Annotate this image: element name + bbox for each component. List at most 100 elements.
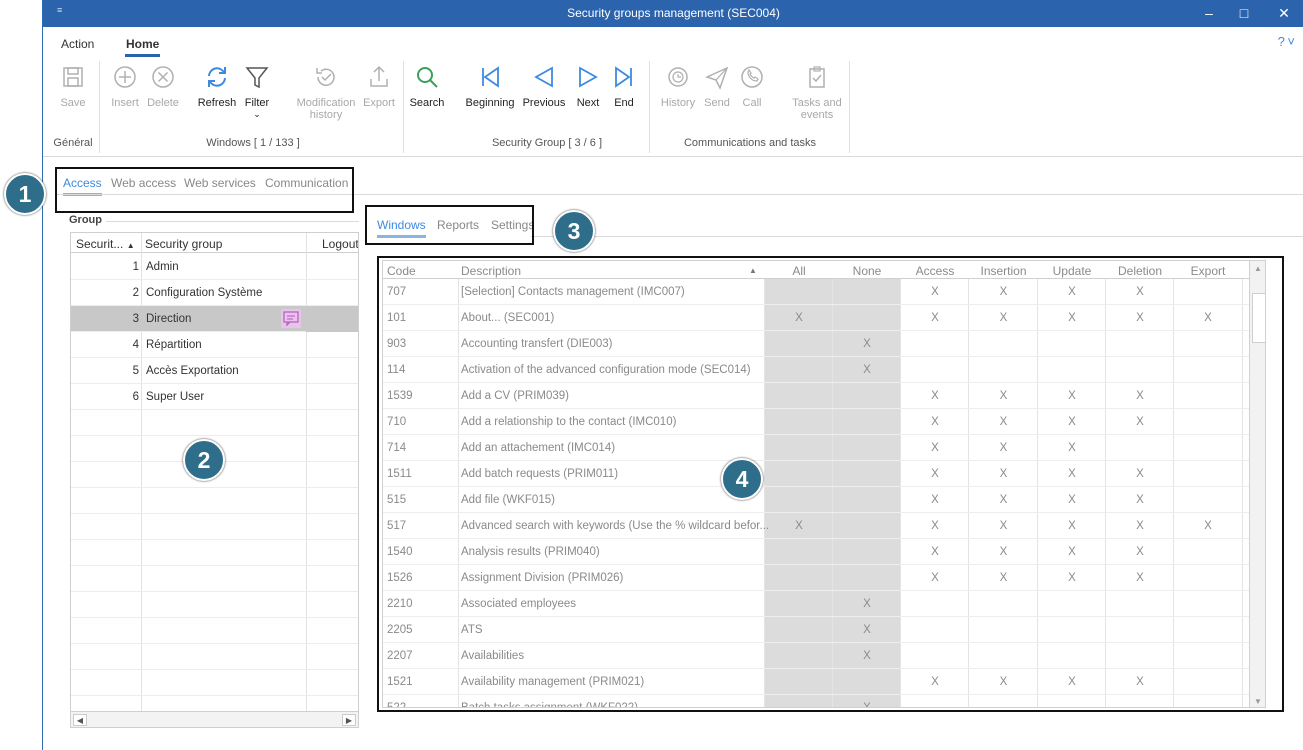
column-header-insertion[interactable]: Insertion xyxy=(969,264,1038,278)
column-header-code[interactable]: Securit... ▲ xyxy=(76,237,135,251)
cell-update[interactable]: X xyxy=(1038,312,1106,324)
cell-access[interactable]: X xyxy=(901,546,969,558)
table-row[interactable]: 903 Accounting transfert (DIE003) X xyxy=(383,331,1265,357)
scroll-left-icon[interactable]: ◀ xyxy=(73,714,87,726)
send-button[interactable]: Send xyxy=(701,63,733,109)
table-row[interactable] xyxy=(71,540,358,566)
column-header-desc[interactable]: Description xyxy=(461,264,521,278)
table-row[interactable]: 522 Batch tasks assignment (WKF022) X xyxy=(383,695,1265,707)
cell-access[interactable]: X xyxy=(901,312,969,324)
table-row[interactable]: 515 Add file (WKF015) X X X X xyxy=(383,487,1265,513)
export-button[interactable]: Export xyxy=(361,63,397,109)
cell-insertion[interactable]: X xyxy=(969,468,1038,480)
table-row[interactable]: 2210 Associated employees X xyxy=(383,591,1265,617)
cell-insertion[interactable]: X xyxy=(969,520,1038,532)
table-row[interactable]: 2 Configuration Système xyxy=(71,280,358,306)
table-row[interactable] xyxy=(71,514,358,540)
cell-insertion[interactable]: X xyxy=(969,416,1038,428)
column-header-logout[interactable]: Logout xyxy=(322,237,358,251)
filter-button[interactable]: Filter ⌄ xyxy=(239,63,275,119)
table-row[interactable]: 1521 Availability management (PRIM021) X X X… xyxy=(383,669,1265,695)
table-row[interactable]: 707 [Selection] Contacts management (IMC0… xyxy=(383,279,1265,305)
cell-access[interactable]: X xyxy=(901,494,969,506)
table-row[interactable]: 101 About... (SEC001) X X X X X X xyxy=(383,305,1265,331)
search-button[interactable]: Search xyxy=(409,63,445,109)
cell-deletion[interactable]: X xyxy=(1106,390,1174,402)
cell-all[interactable]: X xyxy=(765,312,833,324)
table-row[interactable]: 6 Super User xyxy=(71,384,358,410)
scroll-down-icon[interactable]: ▼ xyxy=(1254,697,1262,706)
column-header-security-group[interactable]: Security group xyxy=(145,237,222,251)
cell-access[interactable]: X xyxy=(901,390,969,402)
tasks-events-button[interactable]: Tasks and events xyxy=(787,63,847,121)
column-header-deletion[interactable]: Deletion xyxy=(1106,264,1174,278)
column-header-none[interactable]: None xyxy=(833,264,901,278)
column-header-export[interactable]: Export xyxy=(1174,264,1242,278)
cell-deletion[interactable]: X xyxy=(1106,546,1174,558)
cell-update[interactable]: X xyxy=(1038,546,1106,558)
scroll-up-icon[interactable]: ▲ xyxy=(1254,264,1262,273)
cell-deletion[interactable]: X xyxy=(1106,520,1174,532)
cell-access[interactable]: X xyxy=(901,286,969,298)
cell-update[interactable]: X xyxy=(1038,676,1106,688)
horizontal-scrollbar[interactable]: ◀ ▶ xyxy=(71,711,358,727)
table-row[interactable]: 3 Direction xyxy=(71,306,358,332)
cell-access[interactable]: X xyxy=(901,442,969,454)
cell-insertion[interactable]: X xyxy=(969,494,1038,506)
delete-button[interactable]: Delete xyxy=(143,63,183,109)
table-row[interactable]: 1540 Analysis results (PRIM040) X X X X xyxy=(383,539,1265,565)
cell-deletion[interactable]: X xyxy=(1106,416,1174,428)
menu-tab-action[interactable]: Action xyxy=(61,37,94,51)
cell-export[interactable]: X xyxy=(1174,520,1242,532)
cell-update[interactable]: X xyxy=(1038,416,1106,428)
cell-access[interactable]: X xyxy=(901,416,969,428)
scrollbar-thumb[interactable] xyxy=(1252,293,1265,343)
cell-insertion[interactable]: X xyxy=(969,312,1038,324)
close-button[interactable]: ✕ xyxy=(1269,3,1299,23)
cell-update[interactable]: X xyxy=(1038,286,1106,298)
column-header-access[interactable]: Access xyxy=(901,264,969,278)
vertical-scrollbar[interactable]: ▲ ▼ xyxy=(1249,261,1265,707)
minimize-button[interactable]: – xyxy=(1194,3,1224,23)
cell-access[interactable]: X xyxy=(901,468,969,480)
scroll-right-icon[interactable]: ▶ xyxy=(342,714,356,726)
cell-deletion[interactable]: X xyxy=(1106,572,1174,584)
call-button[interactable]: Call xyxy=(737,63,767,109)
table-row[interactable] xyxy=(71,644,358,670)
table-row[interactable] xyxy=(71,618,358,644)
cell-all[interactable]: X xyxy=(765,520,833,532)
cell-access[interactable]: X xyxy=(901,676,969,688)
table-row[interactable] xyxy=(71,670,358,696)
cell-insertion[interactable]: X xyxy=(969,442,1038,454)
cell-insertion[interactable]: X xyxy=(969,676,1038,688)
table-row[interactable]: 1511 Add batch requests (PRIM011) X X X X xyxy=(383,461,1265,487)
modification-history-button[interactable]: Modification history xyxy=(289,63,363,121)
cell-update[interactable]: X xyxy=(1038,468,1106,480)
cell-access[interactable]: X xyxy=(901,572,969,584)
cell-deletion[interactable]: X xyxy=(1106,286,1174,298)
next-button[interactable]: Next xyxy=(571,63,605,109)
cell-none[interactable]: X xyxy=(833,598,901,610)
beginning-button[interactable]: Beginning xyxy=(463,63,517,109)
end-button[interactable]: End xyxy=(609,63,639,109)
table-row[interactable]: 5 Accès Exportation xyxy=(71,358,358,384)
cell-deletion[interactable]: X xyxy=(1106,468,1174,480)
cell-update[interactable]: X xyxy=(1038,442,1106,454)
cell-update[interactable]: X xyxy=(1038,390,1106,402)
table-row[interactable]: 1 Admin xyxy=(71,254,358,280)
cell-deletion[interactable]: X xyxy=(1106,676,1174,688)
cell-deletion[interactable]: X xyxy=(1106,312,1174,324)
cell-none[interactable]: X xyxy=(833,650,901,662)
refresh-button[interactable]: Refresh xyxy=(195,63,239,109)
cell-none[interactable]: X xyxy=(833,624,901,636)
help-icon[interactable]: ? ˅ xyxy=(1278,34,1295,49)
previous-button[interactable]: Previous xyxy=(521,63,567,109)
sort-ascending-icon[interactable]: ▲ xyxy=(749,266,757,275)
cell-none[interactable]: X xyxy=(833,702,901,707)
cell-export[interactable]: X xyxy=(1174,312,1242,324)
table-row[interactable]: 114 Activation of the advanced configurat… xyxy=(383,357,1265,383)
cell-insertion[interactable]: X xyxy=(969,572,1038,584)
table-row[interactable] xyxy=(71,410,358,436)
cell-update[interactable]: X xyxy=(1038,520,1106,532)
table-row[interactable] xyxy=(71,592,358,618)
